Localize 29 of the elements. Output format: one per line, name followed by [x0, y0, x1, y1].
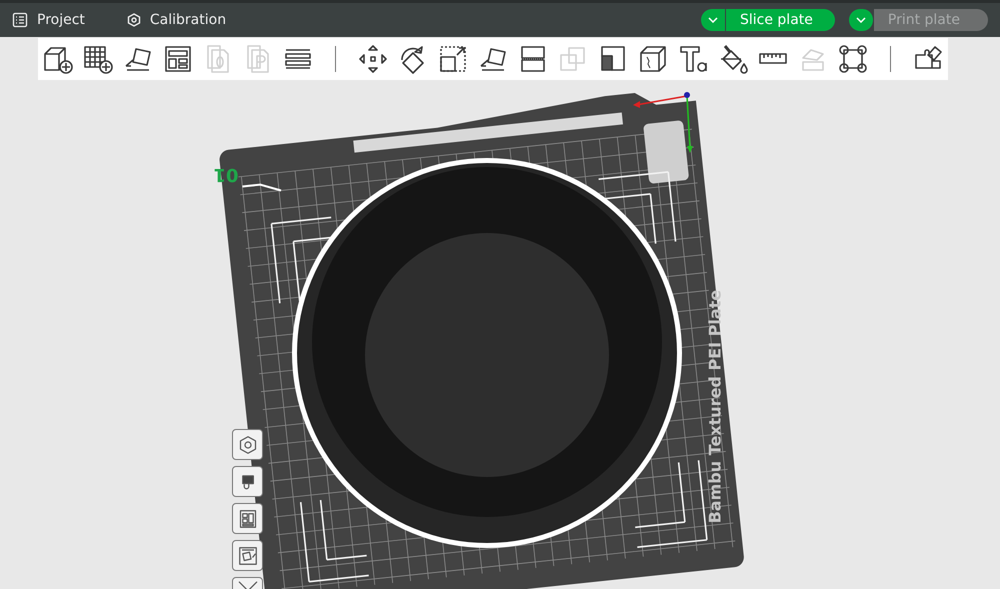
- menu-item[interactable]: Project: [12, 12, 85, 28]
- menu-item[interactable]: Calibration: [126, 12, 226, 28]
- close-icon: [236, 581, 260, 589]
- dropdown-button[interactable]: [700, 9, 726, 31]
- tool-button[interactable]: [437, 43, 469, 75]
- dropdown-button[interactable]: [848, 9, 874, 31]
- side-tool-button[interactable]: [232, 466, 263, 497]
- tool-button[interactable]: [677, 43, 709, 75]
- tool-button[interactable]: [82, 43, 114, 75]
- tool-button[interactable]: [162, 43, 194, 75]
- scale-box-icon: [437, 43, 469, 75]
- square-ears-icon: [837, 43, 869, 75]
- side-tool-button[interactable]: [232, 429, 263, 460]
- grid-plus-icon: [82, 43, 114, 75]
- tool-button[interactable]: [837, 43, 869, 75]
- plate-number: 01: [213, 164, 239, 185]
- move-arrows-icon: [357, 43, 389, 75]
- tool-button[interactable]: [637, 43, 669, 75]
- side-tool-button[interactable]: [232, 503, 263, 534]
- chevron-icon: [708, 17, 718, 23]
- hexagon-nut-icon: [126, 13, 141, 27]
- axes-drawing: [633, 92, 693, 153]
- chevron-icon: [856, 17, 866, 23]
- layout-grid-icon: [162, 43, 194, 75]
- text-tool-icon: [677, 43, 709, 75]
- side-tool-button[interactable]: [232, 540, 263, 571]
- list-icon: [12, 12, 28, 28]
- cube-icon: [637, 43, 669, 75]
- tool-button[interactable]: [357, 43, 389, 75]
